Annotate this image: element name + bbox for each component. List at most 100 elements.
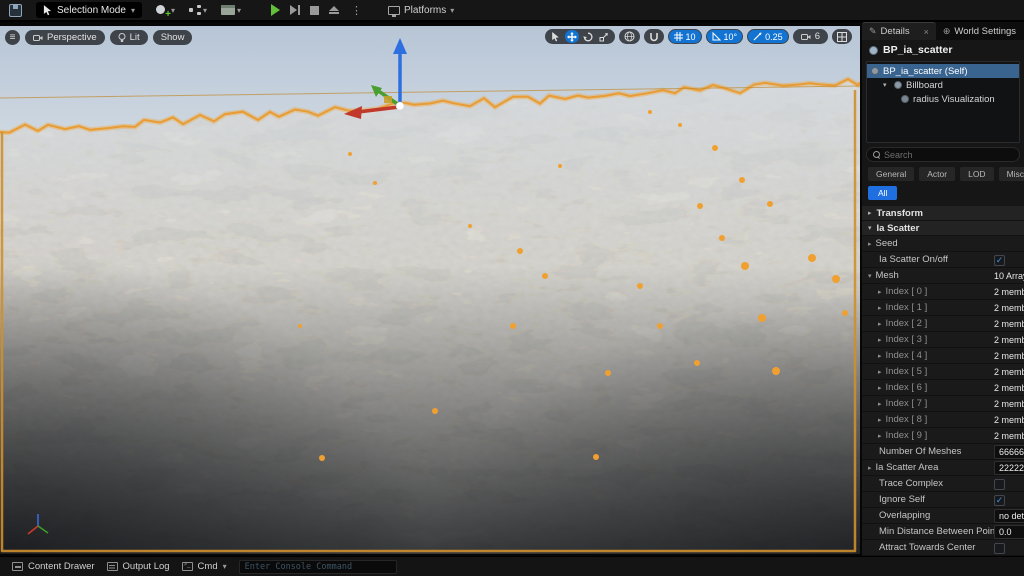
property-row-min-distance-between-points[interactable]: Min Distance Between Points0.0	[862, 524, 1024, 540]
filter-all-button[interactable]: All	[868, 186, 897, 200]
property-row-index-4[interactable]: ▸Index [ 4 ]2 members	[862, 348, 1024, 364]
chevron-collapsed-icon[interactable]: ▸	[868, 464, 872, 472]
content-drawer-button[interactable]: Content Drawer	[12, 561, 95, 572]
play-options-icon[interactable]: ⋮	[351, 4, 362, 17]
tree-item-billboard[interactable]: ▾ Billboard	[867, 78, 1019, 92]
cinematics-button[interactable]: ▾	[221, 5, 241, 15]
chevron-expanded-icon[interactable]: ▾	[883, 81, 890, 89]
play-controls-group: ⋮	[271, 4, 362, 17]
magnet-icon	[649, 32, 659, 42]
property-row-index-0[interactable]: ▸Index [ 0 ]2 members	[862, 284, 1024, 300]
section-transform[interactable]: ▸Transform	[862, 206, 1024, 221]
rotation-snap-value[interactable]: 10°	[724, 32, 738, 42]
input-number-of-meshes[interactable]: 66666	[994, 445, 1024, 459]
move-tool-icon[interactable]	[565, 30, 579, 43]
chevron-collapsed-icon[interactable]: ▸	[878, 288, 882, 296]
property-row-index-3[interactable]: ▸Index [ 3 ]2 members	[862, 332, 1024, 348]
tree-item-radius-visualization[interactable]: radius Visualization	[867, 92, 1019, 106]
property-row-ia-scatter-on-off[interactable]: Ia Scatter On/off✓	[862, 252, 1024, 268]
property-row-index-7[interactable]: ▸Index [ 7 ]2 members	[862, 396, 1024, 412]
property-label: Index [ 3 ]	[886, 334, 928, 345]
chevron-collapsed-icon[interactable]: ▸	[878, 352, 882, 360]
camera-speed-button[interactable]: 6	[793, 29, 828, 44]
quad-view-icon	[837, 32, 847, 42]
property-value-column: 2 members	[994, 284, 1024, 300]
property-row-index-5[interactable]: ▸Index [ 5 ]2 members	[862, 364, 1024, 380]
filter-chip-actor[interactable]: Actor	[919, 167, 955, 181]
chevron-collapsed-icon[interactable]: ▸	[878, 336, 882, 344]
property-row-ia-scatter-area[interactable]: ▸Ia Scatter Area222222.0	[862, 460, 1024, 476]
tree-item-self[interactable]: BP_ia_scatter (Self)	[867, 64, 1019, 78]
skip-button[interactable]	[290, 5, 300, 15]
selection-mode-dropdown[interactable]: Selection Mode ▾	[36, 2, 142, 18]
details-search[interactable]	[866, 147, 1020, 162]
chevron-collapsed-icon[interactable]: ▸	[878, 320, 882, 328]
rotate-tool-icon[interactable]	[581, 30, 595, 43]
section-ia-scatter[interactable]: ▾Ia Scatter	[862, 221, 1024, 236]
property-row-index-9[interactable]: ▸Index [ 9 ]2 members	[862, 428, 1024, 444]
chevron-collapsed-icon[interactable]: ▸	[878, 416, 882, 424]
close-icon[interactable]: ×	[924, 27, 929, 37]
chevron-collapsed-icon[interactable]: ▸	[878, 368, 882, 376]
property-row-mesh[interactable]: ▾Mesh10 Array elements	[862, 268, 1024, 284]
chevron-collapsed-icon[interactable]: ▸	[878, 384, 882, 392]
tab-world-settings[interactable]: ⊕ World Settings	[936, 22, 1023, 40]
property-row-index-8[interactable]: ▸Index [ 8 ]2 members	[862, 412, 1024, 428]
filter-chip-misc[interactable]: Misc	[999, 167, 1024, 181]
chevron-expanded-icon[interactable]: ▾	[868, 224, 872, 232]
world-local-toggle[interactable]	[619, 29, 640, 44]
chevron-collapsed-icon[interactable]: ▸	[878, 304, 882, 312]
property-row-ignore-self[interactable]: Ignore Self✓	[862, 492, 1024, 508]
scale-snap-value[interactable]: 0.25	[765, 32, 783, 42]
stop-button[interactable]	[310, 6, 319, 15]
viewport-menu-icon[interactable]: ≡	[5, 30, 20, 45]
checkbox-trace-complex[interactable]	[994, 479, 1005, 490]
perspective-dropdown[interactable]: Perspective	[25, 30, 105, 45]
property-row-overlapping[interactable]: Overlappingno detection	[862, 508, 1024, 524]
input-ia-scatter-area[interactable]: 222222.0	[994, 461, 1024, 475]
property-row-number-of-meshes[interactable]: Number Of Meshes66666	[862, 444, 1024, 460]
add-actor-button[interactable]: + ▾	[156, 4, 175, 17]
rotation-snap-toggle[interactable]: 10°	[707, 30, 743, 43]
chevron-expanded-icon[interactable]: ▾	[868, 272, 872, 280]
property-row-trace-complex[interactable]: Trace Complex	[862, 476, 1024, 492]
viewport-layout-button[interactable]	[832, 29, 852, 44]
platforms-dropdown[interactable]: Platforms ▾	[388, 5, 454, 16]
property-row-index-1[interactable]: ▸Index [ 1 ]2 members	[862, 300, 1024, 316]
property-row-attract-towards-center[interactable]: Attract Towards Center	[862, 540, 1024, 556]
add-actor-icon: +	[156, 4, 169, 17]
filter-chip-lod[interactable]: LOD	[960, 167, 993, 181]
property-row-index-6[interactable]: ▸Index [ 6 ]2 members	[862, 380, 1024, 396]
property-row-seed[interactable]: ▸Seed	[862, 236, 1024, 252]
chevron-collapsed-icon[interactable]: ▸	[878, 432, 882, 440]
eject-button[interactable]	[329, 6, 339, 14]
tab-details[interactable]: ✎ Details ×	[862, 22, 936, 40]
input-min-distance-between-points[interactable]: 0.0	[994, 525, 1024, 539]
select-tool-icon[interactable]	[549, 30, 563, 43]
console-input[interactable]	[245, 562, 391, 572]
save-icon[interactable]	[9, 4, 22, 17]
chevron-collapsed-icon[interactable]: ▸	[868, 209, 872, 217]
show-dropdown[interactable]: Show	[153, 30, 193, 45]
grid-snap-toggle[interactable]: 10	[669, 30, 701, 43]
combo-overlapping[interactable]: no detection	[994, 509, 1024, 523]
checkbox-ia-scatter-on-off[interactable]: ✓	[994, 255, 1005, 266]
chevron-collapsed-icon[interactable]: ▸	[878, 400, 882, 408]
surface-snapping-button[interactable]	[644, 29, 664, 44]
filter-chip-general[interactable]: General	[868, 167, 914, 181]
blueprints-button[interactable]: ▾	[189, 5, 207, 15]
property-row-index-2[interactable]: ▸Index [ 2 ]2 members	[862, 316, 1024, 332]
grid-snap-value[interactable]: 10	[686, 32, 696, 42]
search-input[interactable]	[884, 150, 1013, 160]
console-command-box[interactable]	[239, 560, 397, 574]
checkbox-ignore-self[interactable]: ✓	[994, 495, 1005, 506]
play-button[interactable]	[271, 4, 280, 16]
scale-tool-icon[interactable]	[597, 30, 611, 43]
scale-snap-toggle[interactable]: 0.25	[748, 30, 788, 43]
output-log-button[interactable]: Output Log	[107, 561, 170, 572]
level-viewport[interactable]: ≡ Perspective Lit Show	[0, 26, 860, 554]
checkbox-attract-towards-center[interactable]	[994, 543, 1005, 554]
chevron-collapsed-icon[interactable]: ▸	[868, 240, 872, 248]
cmd-dropdown[interactable]: Cmd ▾	[182, 561, 227, 572]
lit-dropdown[interactable]: Lit	[110, 30, 148, 45]
